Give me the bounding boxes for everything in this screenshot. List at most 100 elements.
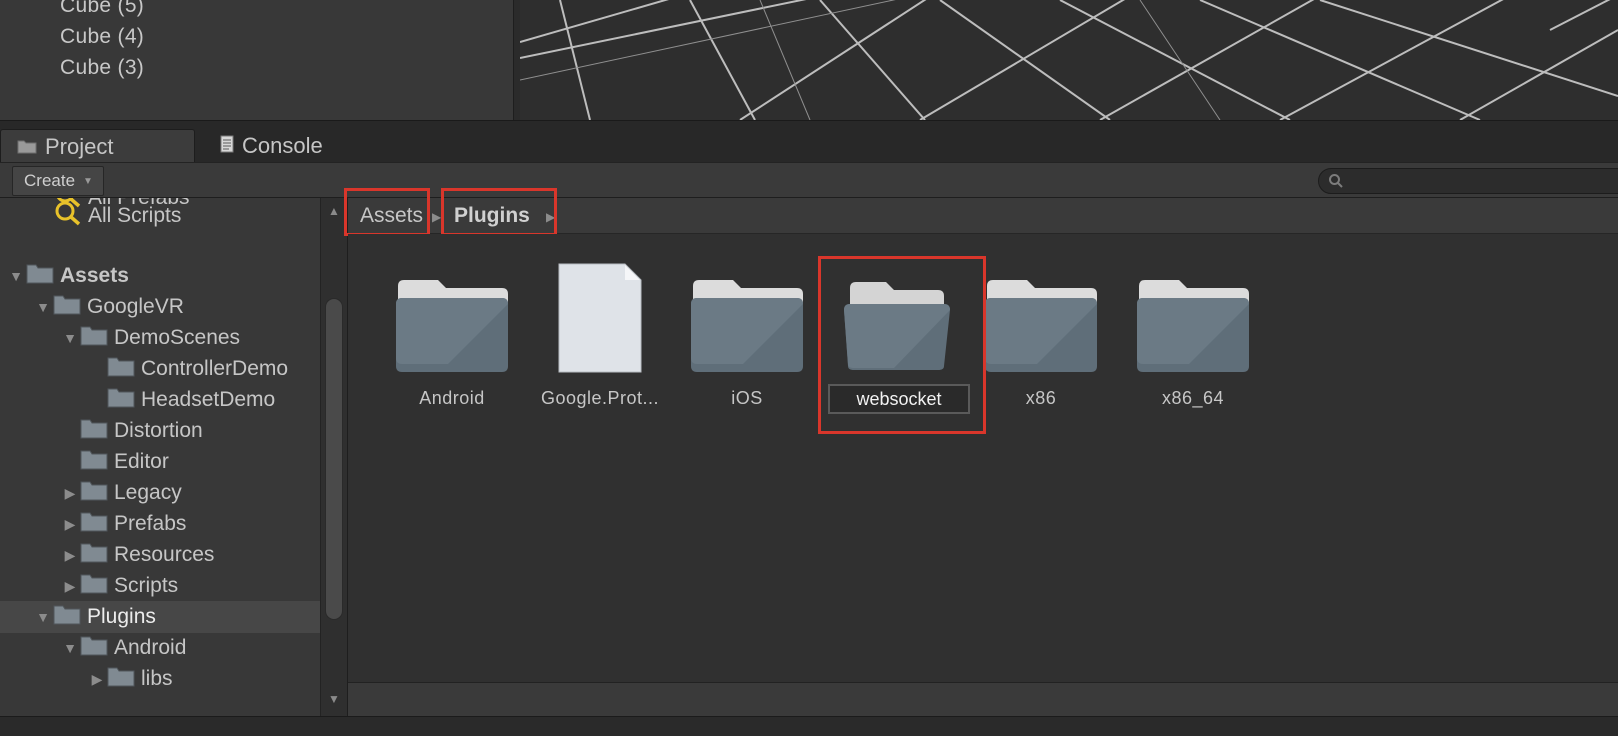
tree-item-label: Legacy (114, 481, 182, 504)
highlight-box-plugins (441, 188, 557, 236)
favorite-all-scripts[interactable]: All Scripts (0, 200, 320, 232)
tree-item-legacy[interactable]: ▶ Legacy (0, 477, 320, 509)
asset-name: x86 (1025, 388, 1057, 408)
collapsed-arrow-icon[interactable]: ▶ (87, 671, 107, 688)
folder-icon (971, 254, 1111, 374)
folder-icon (107, 355, 135, 383)
tree-item-label: HeadsetDemo (141, 388, 276, 411)
tree-item-label: GoogleVR (87, 295, 184, 318)
expand-arrow-icon[interactable]: ▼ (60, 330, 80, 346)
asset-name: Google.Prot... (540, 388, 660, 408)
tree-item-label: Prefabs (114, 512, 187, 535)
folder-icon (80, 510, 108, 538)
project-tree: All Prefabs All Scripts ▼ Assets ▼ Googl… (0, 198, 320, 716)
hierarchy-item[interactable]: Cube (5) (60, 0, 144, 18)
tree-item-label: Scripts (114, 574, 179, 597)
tree-item-controllerdemo[interactable]: ControllerDemo (0, 353, 320, 385)
folder-icon (107, 665, 135, 693)
magnifier-icon (54, 200, 82, 232)
folder-icon (1123, 254, 1263, 374)
asset-item-x86-64[interactable]: x86_64 (1123, 254, 1263, 409)
folder-icon (80, 324, 108, 352)
expand-arrow-icon[interactable]: ▼ (6, 268, 26, 284)
tab-console-label: Console (242, 133, 323, 158)
tree-item-label: All Scripts (88, 204, 182, 227)
scroll-up-icon[interactable]: ▲ (328, 204, 340, 218)
tree-item-distortion[interactable]: Distortion (0, 415, 320, 447)
asset-item-android[interactable]: Android (382, 254, 522, 409)
folder-icon (80, 572, 108, 600)
tree-item-label: Resources (114, 543, 215, 566)
asset-item-google-protobuf[interactable]: Google.Prot... (530, 254, 670, 409)
console-icon (220, 133, 234, 159)
expand-arrow-icon[interactable]: ▼ (33, 299, 53, 315)
status-bar (0, 716, 1618, 736)
tree-item-resources[interactable]: ▶ Resources (0, 539, 320, 571)
hierarchy-item[interactable]: Cube (4) (60, 25, 144, 49)
tab-project[interactable]: Project (0, 129, 195, 163)
project-toolbar: Create ▼ (0, 162, 1618, 198)
create-button[interactable]: Create ▼ (12, 166, 104, 196)
folder-icon (677, 254, 817, 374)
file-icon (530, 254, 670, 374)
folder-icon (80, 479, 108, 507)
tree-item-plugins[interactable]: ▼ Plugins (0, 601, 320, 633)
collapsed-arrow-icon[interactable]: ▶ (60, 516, 80, 533)
tree-scrollbar[interactable]: ▲ ▼ (320, 198, 348, 716)
scrollbar-thumb[interactable] (325, 298, 343, 620)
folder-icon (53, 293, 81, 321)
collapsed-arrow-icon[interactable]: ▶ (60, 485, 80, 502)
highlight-box-assets (344, 188, 430, 236)
collapsed-arrow-icon[interactable]: ▶ (60, 547, 80, 564)
expand-arrow-icon[interactable]: ▼ (60, 640, 80, 656)
folder-icon (80, 634, 108, 662)
folder-icon (382, 254, 522, 374)
folder-icon (53, 603, 81, 631)
collapsed-arrow-icon[interactable]: ▶ (60, 578, 80, 595)
tree-item-android[interactable]: ▼ Android (0, 632, 320, 664)
tree-item-libs[interactable]: ▶ libs (0, 663, 320, 695)
asset-item-x86[interactable]: x86 (971, 254, 1111, 409)
tree-item-label: Android (114, 636, 187, 659)
tree-item-headsetdemo[interactable]: HeadsetDemo (0, 384, 320, 416)
asset-name: iOS (731, 388, 763, 408)
tree-item-editor[interactable]: Editor (0, 446, 320, 478)
hierarchy-panel: Cube (5) Cube (4) Cube (3) (0, 0, 514, 120)
scene-view[interactable] (520, 0, 1618, 120)
tree-item-prefabs[interactable]: ▶ Prefabs (0, 508, 320, 540)
scroll-down-icon[interactable]: ▼ (328, 692, 340, 706)
search-icon (1328, 173, 1344, 194)
folder-icon (80, 448, 108, 476)
folder-icon (107, 386, 135, 414)
tree-item-demoscenes[interactable]: ▼ DemoScenes (0, 322, 320, 354)
breadcrumb-separator-icon: ▶ (432, 210, 442, 224)
scene-grid-lines (520, 0, 1618, 120)
folder-icon (17, 134, 37, 160)
tree-item-scripts[interactable]: ▶ Scripts (0, 570, 320, 602)
tree-item-label: ControllerDemo (141, 357, 289, 380)
asset-name: x86_64 (1161, 388, 1225, 408)
search-input[interactable] (1349, 171, 1618, 191)
create-button-label: Create (24, 171, 76, 190)
tab-project-label: Project (45, 133, 114, 159)
asset-grid-footer (348, 682, 1618, 716)
tree-item-label: Assets (60, 264, 129, 287)
folder-icon (26, 262, 54, 290)
tree-item-label: Distortion (114, 419, 203, 442)
tab-console[interactable]: Console (220, 129, 323, 163)
expand-arrow-icon[interactable]: ▼ (33, 609, 53, 625)
tree-item-label: Editor (114, 450, 169, 473)
asset-name: Android (419, 388, 485, 408)
dropdown-arrow-icon: ▼ (83, 175, 93, 187)
tree-item-label: libs (141, 667, 173, 690)
tree-item-label: DemoScenes (114, 326, 241, 349)
hierarchy-item[interactable]: Cube (3) (60, 56, 144, 80)
tab-bar: Project Console (0, 120, 1618, 163)
folder-icon (80, 541, 108, 569)
asset-item-ios[interactable]: iOS (677, 254, 817, 409)
folder-icon (80, 417, 108, 445)
search-field[interactable] (1318, 168, 1618, 194)
tree-item-googlevr[interactable]: ▼ GoogleVR (0, 291, 320, 323)
highlight-box-websocket (818, 256, 986, 434)
tree-item-assets[interactable]: ▼ Assets (0, 260, 320, 292)
